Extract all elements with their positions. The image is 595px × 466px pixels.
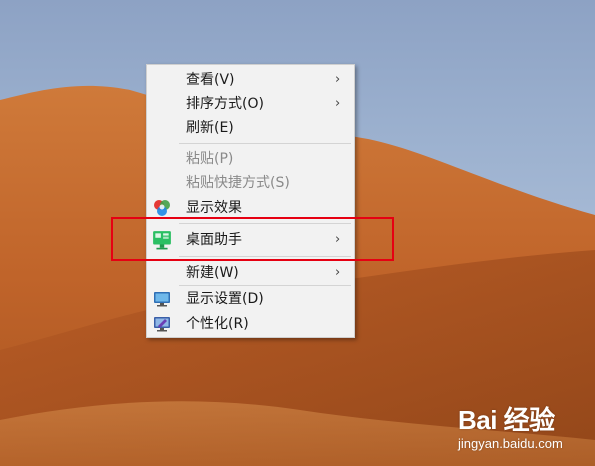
menu-item-new[interactable]: 新建(W) ›	[148, 261, 353, 285]
menu-item-display-settings[interactable]: 显示设置(D)	[148, 287, 353, 311]
menu-item-label: 粘贴(P)	[186, 151, 234, 167]
menu-item-refresh[interactable]: 刷新(E)	[148, 116, 353, 140]
menu-item-personalize[interactable]: 个性化(R)	[148, 312, 353, 336]
chevron-right-icon: ›	[335, 96, 341, 111]
menu-item-label: 显示效果	[186, 200, 242, 216]
menu-item-label: 查看(V)	[186, 72, 235, 88]
menu-item-sort-by[interactable]: 排序方式(O) ›	[148, 92, 353, 116]
menu-item-paste: 粘贴(P)	[148, 147, 353, 171]
baidu-jingyan-watermark: Bai 经验 jingyan.baidu.com	[458, 400, 588, 462]
menu-item-view[interactable]: 查看(V) ›	[148, 68, 353, 92]
watermark-logo: Bai 经验	[458, 405, 555, 435]
chevron-right-icon: ›	[335, 72, 341, 87]
color-balls-icon	[154, 200, 170, 216]
menu-item-label: 排序方式(O)	[186, 96, 264, 112]
desktop-context-menu: 查看(V) › 排序方式(O) › 刷新(E) 粘贴(P) 粘贴快捷方式(S) …	[146, 64, 355, 338]
personalize-icon	[154, 317, 170, 332]
chevron-right-icon: ›	[335, 265, 341, 280]
menu-item-paste-shortcut: 粘贴快捷方式(S)	[148, 171, 353, 195]
menu-item-label: 显示设置(D)	[186, 291, 264, 307]
menu-item-label: 个性化(R)	[186, 316, 249, 332]
menu-item-label: 新建(W)	[186, 265, 239, 281]
menu-separator	[179, 143, 351, 144]
menu-item-label: 粘贴快捷方式(S)	[186, 175, 290, 191]
display-settings-icon	[154, 292, 170, 307]
menu-separator	[179, 285, 351, 286]
highlight-box	[111, 217, 394, 261]
watermark-url: jingyan.baidu.com	[458, 436, 563, 451]
menu-item-label: 刷新(E)	[186, 120, 234, 136]
